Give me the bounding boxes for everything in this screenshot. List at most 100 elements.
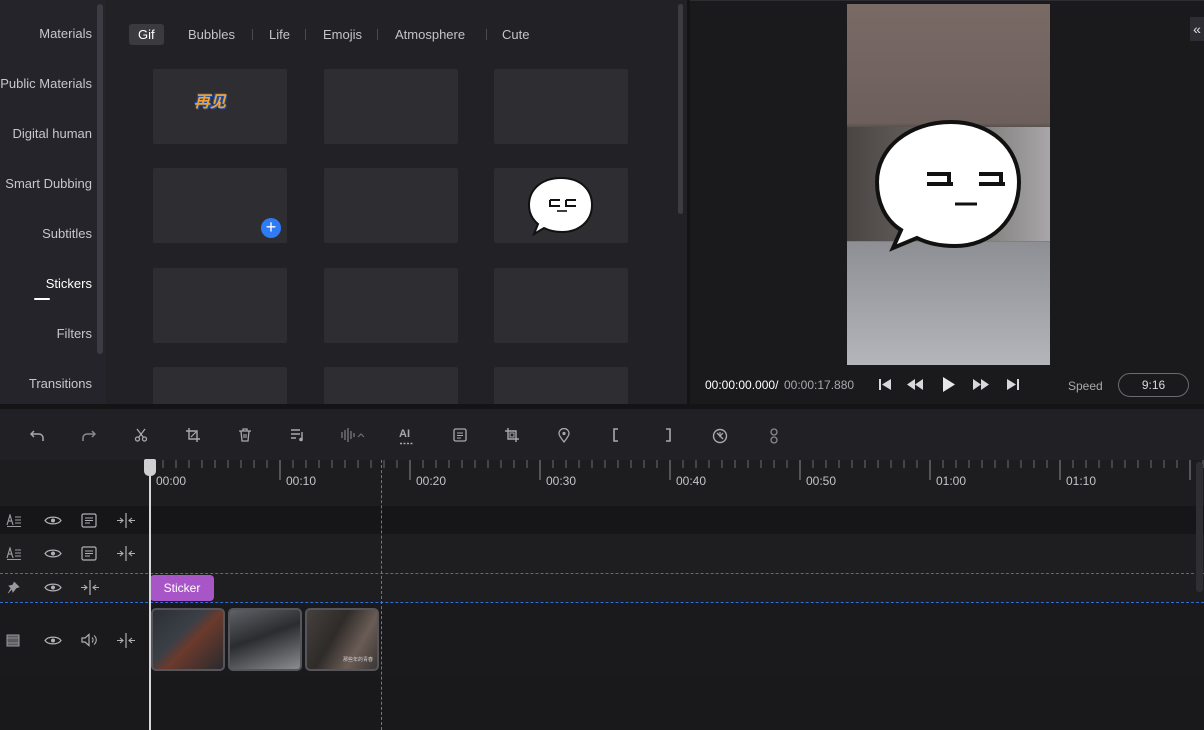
sticker-tile[interactable] [153,367,287,404]
ai-label: AI [399,428,410,440]
tab-separator [252,29,253,40]
nav-item-transitions[interactable]: Transitions [29,376,92,391]
preview-area: « 00:00:00.000/ 00:00:17.880 Speed 9:16 [690,0,1204,404]
play-icon[interactable] [942,377,955,392]
video-clip-thumbnail[interactable] [228,608,302,671]
sticker-tile[interactable] [324,367,458,404]
nav-item-filters[interactable]: Filters [57,326,92,341]
nav-item-materials[interactable]: Materials [39,26,92,41]
ruler-label: 00:40 [676,474,707,488]
crop-icon[interactable] [186,428,200,442]
waveform-icon[interactable] [340,428,366,442]
rewind-icon[interactable] [907,379,924,390]
sticker-tile[interactable]: 再见 [153,69,287,144]
sticker-tile[interactable] [494,69,628,144]
cut-icon[interactable] [134,428,148,442]
ruler-label: 01:00 [936,474,967,488]
sticker-tile[interactable] [324,168,458,243]
video-track-icon [6,634,20,647]
redo-icon[interactable] [82,428,96,442]
video-caption-text: 那些年的青春 [343,657,374,663]
subtitle-track-2[interactable] [0,534,1204,573]
audio-list-icon[interactable] [290,428,306,442]
nav-item-digital-human[interactable]: Digital human [13,126,93,141]
tab-cute[interactable]: Cute [493,24,538,45]
speech-bubble-face-sticker [527,176,594,237]
visibility-eye-icon[interactable] [44,582,62,593]
speed-label[interactable]: Speed [1068,379,1103,393]
sticker-clip[interactable]: Sticker [150,575,214,601]
nav-active-indicator [34,298,50,300]
mark-out-icon[interactable] [664,428,672,442]
sticker-tile[interactable] [494,168,628,243]
collapse-panel-icon[interactable]: « [1190,17,1204,41]
ruler-label: 01:10 [1066,474,1097,488]
left-nav: Materials Public Materials Digital human… [0,0,106,404]
video-clip-thumbnail[interactable]: 那些年的青春 [305,608,379,671]
skip-to-end-icon[interactable] [1006,378,1020,391]
add-sticker-icon[interactable]: + [261,218,281,238]
timeline-toolbar: AI [0,409,1204,460]
subtitle-track-1[interactable] [0,506,1204,534]
tab-atmosphere[interactable]: Atmosphere [386,24,474,45]
ai-tool-button[interactable]: AI [399,427,415,446]
sticker-panel: Gif Bubbles Life Emojis Atmosphere Cute … [106,0,687,404]
crop-frame-icon[interactable] [505,428,519,442]
volume-icon[interactable] [81,633,98,647]
sticker-tile[interactable] [494,268,628,343]
panel-scrollbar[interactable] [678,4,683,214]
split-track-icon[interactable] [116,513,136,528]
delete-icon[interactable] [238,428,252,442]
visibility-eye-icon[interactable] [44,548,62,559]
ruler-label: 00:20 [416,474,447,488]
nav-item-subtitles[interactable]: Subtitles [42,226,92,241]
playhead-handle[interactable] [144,459,156,476]
timeline-scrollbar[interactable] [1196,462,1203,592]
skip-to-start-icon[interactable] [878,378,892,391]
timeline-ruler[interactable]: 00:00 00:10 00:20 00:30 00:40 00:50 01:0… [0,460,1204,506]
ai-wave-icon [400,442,414,445]
sticker-tile[interactable]: + [153,168,287,243]
tab-emojis[interactable]: Emojis [314,24,371,45]
subtitle-box-icon[interactable] [453,428,467,442]
nav-item-smart-dubbing[interactable]: Smart Dubbing [5,176,92,191]
visibility-eye-icon[interactable] [44,635,62,646]
empty-track-area[interactable] [0,678,1204,730]
tab-separator [305,29,306,40]
tab-separator [486,29,487,40]
mark-in-icon[interactable] [612,428,620,442]
current-time: 00:00:00.000/ [705,378,779,392]
sticker-tile[interactable] [324,268,458,343]
fast-forward-icon[interactable] [973,379,990,390]
sticker-tile[interactable] [153,268,287,343]
ruler-label: 00:10 [286,474,317,488]
nav-item-stickers[interactable]: Stickers [46,276,92,291]
tab-bubbles[interactable]: Bubbles [179,24,244,45]
subtitle-edit-icon[interactable] [81,513,97,528]
ruler-label: 00:00 [156,474,187,488]
location-pin-icon[interactable] [558,428,570,443]
visibility-eye-icon[interactable] [44,515,62,526]
split-track-icon[interactable] [116,633,136,648]
ruler-label: 00:30 [546,474,577,488]
split-track-icon[interactable] [116,546,136,561]
speed-tool-icon[interactable] [712,428,728,444]
nav-item-public-materials[interactable]: Public Materials [0,76,92,91]
video-preview[interactable] [847,4,1050,365]
split-track-icon[interactable] [80,580,100,595]
total-time: 00:00:17.880 [784,378,855,392]
sticker-tile[interactable] [494,367,628,404]
link-icon[interactable] [768,428,780,444]
sticker-overlay[interactable] [873,116,1023,254]
text-track-icon [6,547,21,560]
tab-life[interactable]: Life [260,24,299,45]
undo-icon[interactable] [30,428,44,442]
playhead[interactable] [149,460,151,730]
tab-gif[interactable]: Gif [129,24,164,45]
nav-scrollbar[interactable] [97,4,103,354]
text-track-icon [6,514,21,527]
aspect-ratio-button[interactable]: 9:16 [1118,373,1189,397]
subtitle-edit-icon[interactable] [81,546,97,561]
video-clip-thumbnail[interactable] [151,608,225,671]
sticker-tile[interactable] [324,69,458,144]
